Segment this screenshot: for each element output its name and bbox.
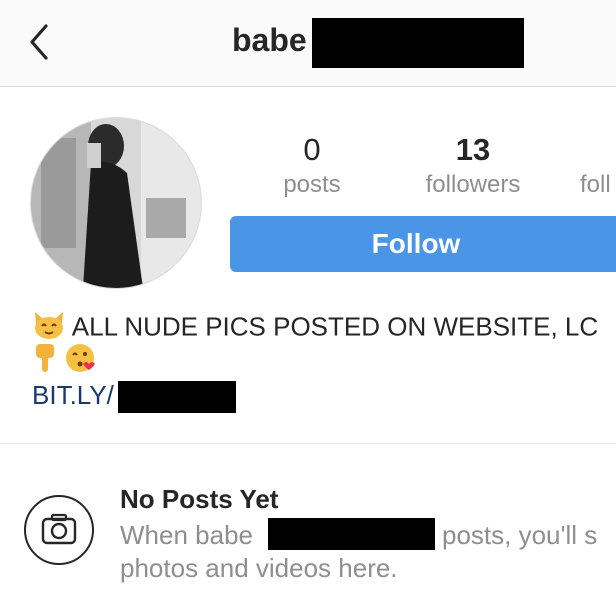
following-label: foll <box>580 171 611 198</box>
stat-posts[interactable]: 0 posts <box>270 130 354 200</box>
avatar[interactable] <box>30 117 202 289</box>
camera-icon <box>41 513 77 545</box>
profile-photo <box>31 118 201 288</box>
empty-state-title: No Posts Yet <box>120 484 279 514</box>
pointing-down-emoji <box>32 342 58 381</box>
follow-button[interactable]: Follow <box>230 216 616 272</box>
top-bar: babe <box>0 0 616 87</box>
followers-label: followers <box>425 171 521 198</box>
bio-line-1: ALL NUDE PICS POSTED ON WEBSITE, LC <box>32 310 598 347</box>
redaction-bar <box>268 518 435 550</box>
stat-following[interactable]: foll <box>580 170 611 200</box>
divider <box>0 443 616 444</box>
empty-state-line2: photos and videos here. <box>120 553 398 583</box>
bio-text: ALL NUDE PICS POSTED ON WEBSITE, LC <box>71 311 599 342</box>
empty-state-line1-start: When babe <box>120 520 253 550</box>
profile-username: babe <box>232 22 307 58</box>
bio-line-2 <box>32 342 97 381</box>
kiss-face-emoji <box>65 342 97 381</box>
posts-label: posts <box>283 171 341 198</box>
followers-count: 13 <box>455 132 491 167</box>
bio-link[interactable]: BIT.LY/ <box>32 380 114 411</box>
posts-count: 0 <box>303 132 321 167</box>
redaction-bar <box>312 18 524 68</box>
redaction-bar <box>118 381 236 413</box>
stat-followers[interactable]: 13 followers <box>414 130 532 200</box>
chevron-left-icon <box>30 24 48 60</box>
camera-icon-circle <box>24 495 94 565</box>
empty-state-line1-end: posts, you'll s <box>442 520 598 550</box>
bio-link-text: BIT.LY/ <box>32 380 114 410</box>
back-button[interactable] <box>24 20 56 64</box>
